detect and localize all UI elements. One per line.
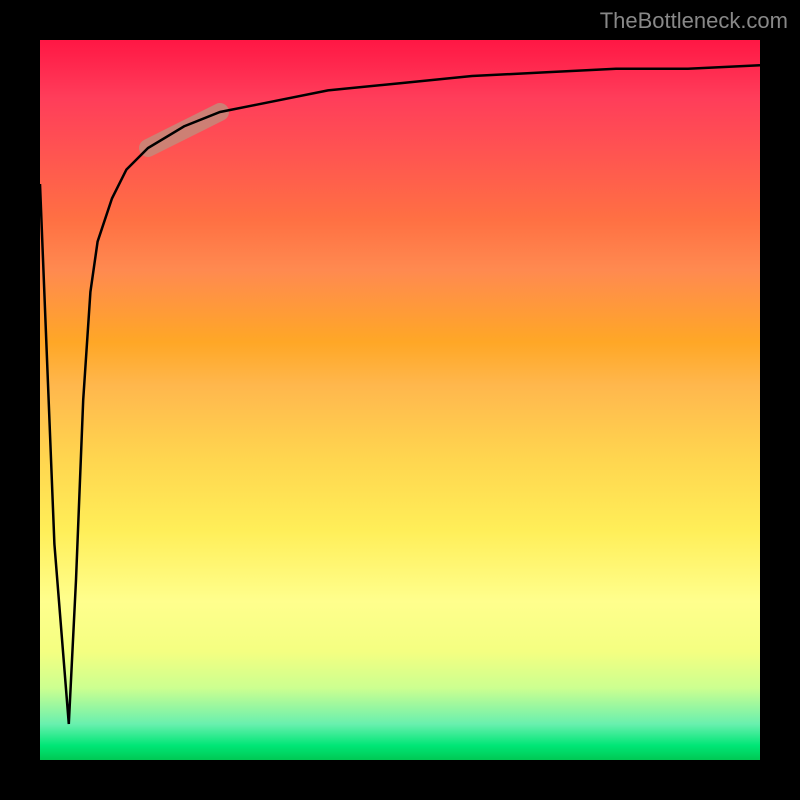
bottleneck-curve xyxy=(40,65,760,724)
curve-overlay xyxy=(40,40,760,760)
watermark-text: TheBottleneck.com xyxy=(600,8,788,34)
